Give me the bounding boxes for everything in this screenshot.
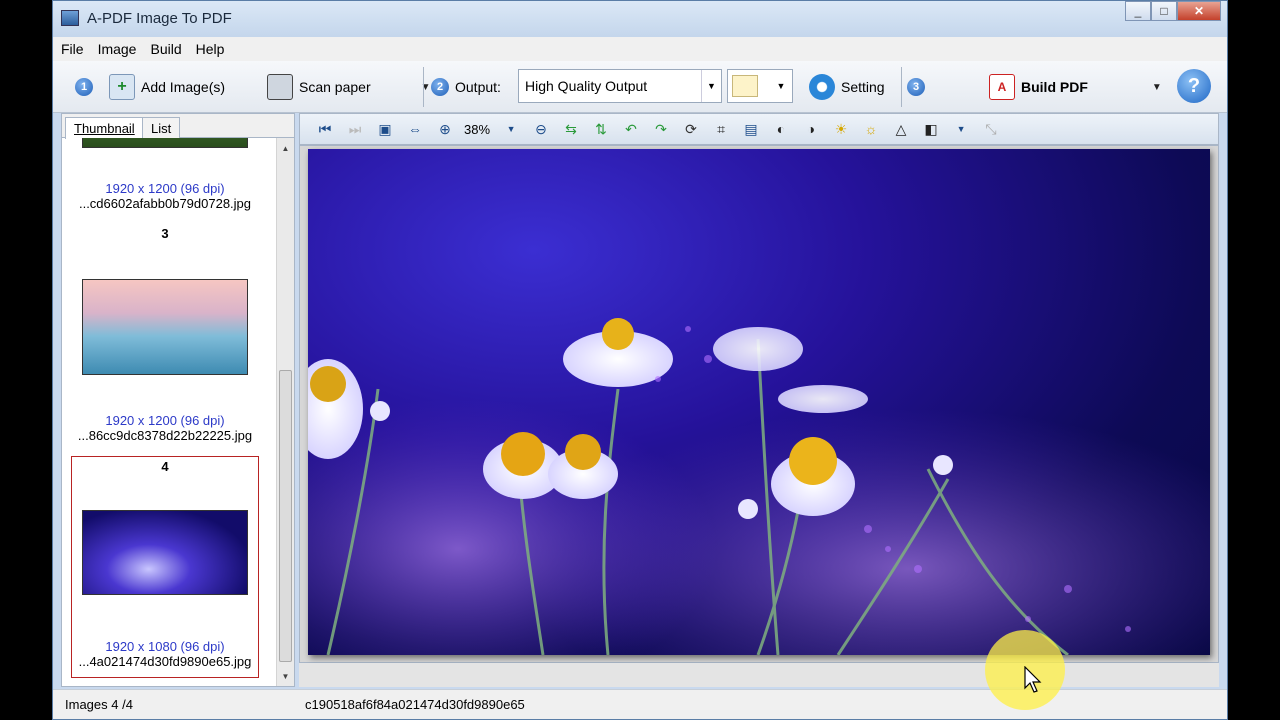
close-button[interactable]: ✕ bbox=[1177, 1, 1221, 21]
chevron-down-icon: ▼ bbox=[701, 70, 721, 102]
minimize-button[interactable]: _ bbox=[1125, 1, 1151, 21]
zoom-in-icon[interactable]: ⊕ bbox=[434, 118, 456, 140]
panel-tabs: Thumbnail List bbox=[62, 114, 294, 139]
thumbnail-image bbox=[82, 138, 248, 148]
layout-dropdown-icon[interactable]: ▼ bbox=[950, 118, 972, 140]
add-images-button[interactable]: + Add Image(s) bbox=[109, 61, 225, 113]
build-pdf-button[interactable]: A Build PDF ▼ bbox=[989, 61, 1162, 113]
rotate-icon[interactable]: ⟳ bbox=[680, 118, 702, 140]
flip-horizontal-icon[interactable]: ⇆ bbox=[560, 118, 582, 140]
scroll-thumb[interactable] bbox=[279, 370, 292, 662]
zoom-dropdown-icon[interactable]: ▼ bbox=[500, 118, 522, 140]
contrast-down-icon[interactable]: ◑ bbox=[800, 118, 822, 140]
thumbnail-item[interactable]: 1920 x 1200 (96 dpi) ...cd6602afabb0b79d… bbox=[71, 138, 259, 211]
current-file-name: c190518af6f84a021474d30fd9890e65 bbox=[305, 697, 525, 712]
first-page-icon[interactable]: ⏮ bbox=[314, 118, 336, 140]
menu-file[interactable]: File bbox=[61, 41, 84, 57]
output-select[interactable]: High Quality Output ▼ bbox=[518, 69, 722, 103]
main-toolbar: 1 + Add Image(s) Scan paper ▼ 2 Output: … bbox=[53, 61, 1227, 113]
image-count: Images 4 /4 bbox=[65, 697, 133, 712]
menu-bar: File Image Build Help bbox=[53, 37, 1227, 61]
reset-icon[interactable]: ⤡ bbox=[980, 118, 1002, 140]
scanner-icon bbox=[267, 74, 293, 100]
fit-page-icon[interactable]: ▣ bbox=[374, 118, 396, 140]
menu-help[interactable]: Help bbox=[196, 41, 225, 57]
preview-image bbox=[308, 149, 1210, 655]
scan-paper-button[interactable]: Scan paper ▼ bbox=[267, 61, 431, 113]
thumbnail-panel: Thumbnail List 1920 x 1200 (96 dpi) ...c… bbox=[61, 113, 295, 687]
scroll-down-icon[interactable]: ▼ bbox=[277, 668, 294, 684]
thumbnail-item-selected[interactable]: 4 1920 x 1080 (96 dpi) ...4a021474d30fd9… bbox=[71, 456, 259, 678]
thumbnail-list: 1920 x 1200 (96 dpi) ...cd6602afabb0b79d… bbox=[62, 138, 276, 686]
setting-button[interactable]: Setting bbox=[809, 61, 885, 113]
mouse-cursor-icon bbox=[1024, 666, 1042, 693]
fit-width-icon[interactable]: ⇔ bbox=[404, 118, 426, 140]
viewer-toolbar: ⏮ ⏭ ▣ ⇔ ⊕ 38% ▼ ⊖ ⇆ ⇅ ↶ ↷ ⟳ ⌗ ▤ ◐ ◑ ☀ ☼ … bbox=[299, 113, 1219, 145]
app-window: A-PDF Image To PDF _ □ ✕ File Image Buil… bbox=[52, 0, 1228, 720]
title-bar: A-PDF Image To PDF _ □ ✕ bbox=[53, 1, 1227, 37]
zoom-out-icon[interactable]: ⊖ bbox=[530, 118, 552, 140]
menu-build[interactable]: Build bbox=[150, 41, 181, 57]
flower-photo-art bbox=[308, 318, 1210, 655]
tab-list[interactable]: List bbox=[142, 117, 181, 138]
add-image-icon: + bbox=[109, 74, 135, 100]
window-title: A-PDF Image To PDF bbox=[87, 10, 232, 27]
scroll-up-icon[interactable]: ▲ bbox=[277, 140, 294, 156]
thumbnail-image bbox=[82, 279, 248, 375]
chevron-down-icon: ▼ bbox=[776, 81, 786, 91]
app-icon bbox=[61, 10, 79, 26]
viewer-horizontal-scrollbar[interactable] bbox=[299, 663, 1219, 687]
help-button[interactable]: ? bbox=[1177, 69, 1211, 103]
image-viewer bbox=[299, 145, 1219, 663]
gear-icon bbox=[809, 74, 835, 100]
crop-icon[interactable]: ⌗ bbox=[710, 118, 732, 140]
output-label: Output: bbox=[455, 79, 501, 95]
sharpen-icon[interactable]: △ bbox=[890, 118, 912, 140]
rotate-right-icon[interactable]: ↷ bbox=[650, 118, 672, 140]
contrast-up-icon[interactable]: ◐ bbox=[770, 118, 792, 140]
tab-thumbnail[interactable]: Thumbnail bbox=[65, 117, 144, 139]
last-page-icon[interactable]: ⏭ bbox=[344, 118, 366, 140]
layout-icon[interactable]: ◧ bbox=[920, 118, 942, 140]
image-settings-icon[interactable]: ▤ bbox=[740, 118, 762, 140]
thumbnail-scrollbar[interactable]: ▲ ▼ bbox=[276, 138, 294, 686]
step-2-icon: 2 bbox=[431, 78, 449, 96]
rotate-left-icon[interactable]: ↶ bbox=[620, 118, 642, 140]
flip-vertical-icon[interactable]: ⇅ bbox=[590, 118, 612, 140]
brightness-up-icon[interactable]: ☀ bbox=[830, 118, 852, 140]
pdf-icon: A bbox=[989, 74, 1015, 100]
menu-image[interactable]: Image bbox=[98, 41, 137, 57]
color-swatch bbox=[732, 75, 758, 97]
zoom-value[interactable]: 38% bbox=[464, 122, 490, 137]
step-3-icon: 3 bbox=[907, 78, 925, 96]
background-color-picker[interactable]: ▼ bbox=[727, 69, 793, 103]
brightness-down-icon[interactable]: ☼ bbox=[860, 118, 882, 140]
maximize-button[interactable]: □ bbox=[1151, 1, 1177, 21]
thumbnail-image bbox=[82, 510, 248, 595]
step-1-icon: 1 bbox=[75, 78, 93, 96]
thumbnail-item[interactable]: 3 1920 x 1200 (96 dpi) ...86cc9dc8378d22… bbox=[71, 226, 259, 443]
build-dropdown-icon[interactable]: ▼ bbox=[1152, 82, 1162, 93]
